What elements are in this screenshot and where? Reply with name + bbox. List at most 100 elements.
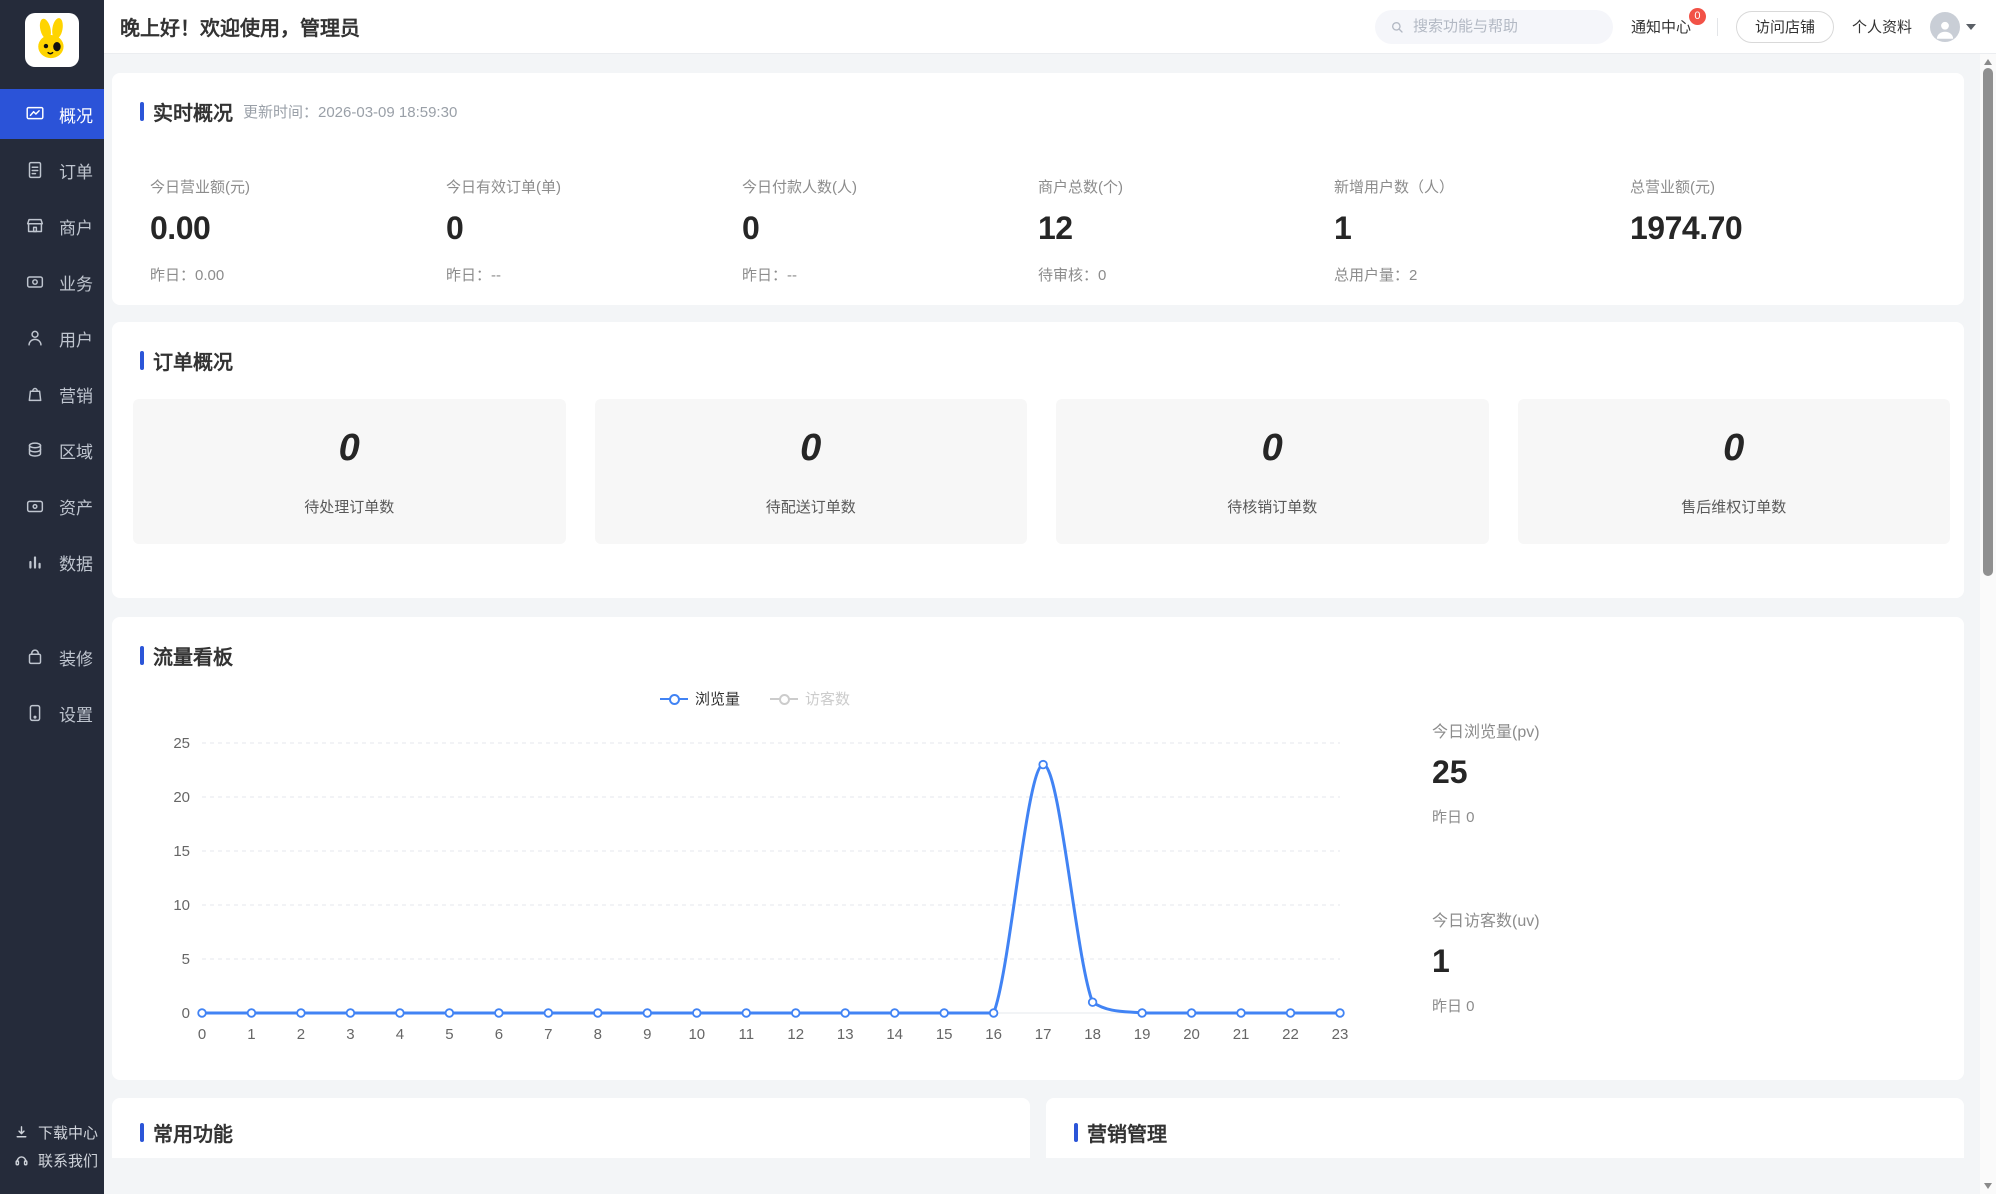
marketing-management-card: 营销管理 [1046, 1098, 1964, 1158]
scrollbar-down-arrow[interactable] [1984, 1183, 1992, 1189]
contact-us-link[interactable]: 联系我们 [0, 1146, 104, 1174]
sidebar-item-label: 商户 [59, 214, 93, 239]
svg-text:21: 21 [1233, 1026, 1250, 1043]
region-icon [24, 439, 46, 461]
svg-text:15: 15 [936, 1026, 953, 1043]
sidebar-item-merchants[interactable]: 商户 [0, 198, 104, 254]
svg-text:22: 22 [1282, 1026, 1299, 1043]
svg-text:3: 3 [346, 1026, 354, 1043]
search-input[interactable] [1413, 18, 1583, 35]
profile-link[interactable]: 个人资料 [1852, 16, 1912, 37]
download-center-label: 下载中心 [38, 1122, 98, 1143]
merchant-icon [24, 215, 46, 237]
order-icon [24, 159, 46, 181]
svg-text:10: 10 [173, 897, 190, 914]
decorate-icon [24, 646, 46, 668]
sidebar-item-assets[interactable]: 资产 [0, 478, 104, 534]
svg-text:17: 17 [1035, 1026, 1052, 1043]
sidebar-item-regions[interactable]: 区域 [0, 422, 104, 478]
main-content: 实时概况 更新时间：2026-03-09 18:59:30 今日营业额(元) 0… [104, 54, 1980, 1158]
traffic-chart-area: 浏览量 访客数 05101520250123456789101112131415… [140, 678, 1370, 1061]
order-card-verify[interactable]: 0 待核销订单数 [1056, 399, 1489, 544]
top-header: 晚上好！欢迎使用，管理员 通知中心 0 访问店铺 个人资料 [104, 0, 1996, 54]
svg-text:11: 11 [738, 1026, 754, 1043]
sidebar-item-label: 设置 [59, 701, 93, 726]
headset-icon [13, 1152, 30, 1169]
svg-text:19: 19 [1134, 1026, 1151, 1043]
chart-legend: 浏览量 访客数 [140, 688, 1370, 709]
svg-text:2: 2 [297, 1026, 305, 1043]
title-accent-bar [140, 1123, 144, 1142]
sidebar-item-orders[interactable]: 订单 [0, 142, 104, 198]
sidebar-item-label: 装修 [59, 645, 93, 670]
scrollbar-up-arrow[interactable] [1984, 59, 1992, 65]
title-accent-bar [1074, 1123, 1078, 1142]
svg-text:8: 8 [594, 1026, 602, 1043]
svg-text:15: 15 [173, 843, 190, 860]
update-time: 更新时间：2026-03-09 18:59:30 [243, 101, 457, 122]
avatar-menu[interactable] [1930, 12, 1976, 42]
vertical-scrollbar[interactable] [1980, 54, 1996, 1194]
greeting-text: 晚上好！欢迎使用，管理员 [120, 12, 360, 41]
legend-line-icon [660, 694, 688, 704]
svg-text:25: 25 [173, 735, 190, 752]
sidebar-item-overview[interactable]: 概况 [0, 89, 104, 139]
sidebar-item-marketing[interactable]: 营销 [0, 366, 104, 422]
pv-stat: 今日浏览量(pv) 25 昨日 0 [1432, 718, 1540, 827]
sidebar-item-data[interactable]: 数据 [0, 534, 104, 590]
sidebar: 概况 订单 商户 业务 用户 营销 [0, 0, 104, 1194]
app-logo[interactable] [25, 13, 79, 67]
avatar-person-icon [1932, 16, 1958, 42]
notification-center-button[interactable]: 通知中心 0 [1631, 16, 1691, 37]
sidebar-item-settings[interactable]: 设置 [0, 685, 104, 741]
traffic-board-card: 流量看板 浏览量 访客数 0510152025012345678910 [112, 617, 1964, 1080]
stat-total-revenue: 总营业额(元) 1974.70 [1630, 176, 1926, 285]
svg-text:1: 1 [247, 1026, 255, 1043]
sidebar-item-label: 营销 [59, 382, 93, 407]
legend-line-icon [770, 694, 798, 704]
sidebar-item-users[interactable]: 用户 [0, 310, 104, 366]
svg-text:4: 4 [396, 1026, 404, 1043]
user-icon [24, 327, 46, 349]
search-icon [1389, 19, 1405, 35]
traffic-title: 流量看板 [153, 641, 233, 670]
sidebar-footer: 下载中心 联系我们 [0, 1118, 104, 1174]
marketing-management-title: 营销管理 [1087, 1118, 1167, 1147]
realtime-title: 实时概况 [153, 97, 233, 126]
svg-text:23: 23 [1332, 1026, 1349, 1043]
legend-pageviews[interactable]: 浏览量 [660, 688, 740, 709]
contact-us-label: 联系我们 [38, 1150, 98, 1171]
svg-text:5: 5 [182, 951, 190, 968]
stat-merchant-total: 商户总数(个) 12 待审核：0 [1038, 176, 1334, 285]
svg-text:5: 5 [445, 1026, 453, 1043]
sidebar-item-business[interactable]: 业务 [0, 254, 104, 310]
sidebar-item-label: 订单 [59, 158, 93, 183]
common-functions-title: 常用功能 [153, 1118, 233, 1147]
title-accent-bar [140, 351, 144, 370]
realtime-stats-row: 今日营业额(元) 0.00 昨日：0.00 今日有效订单(单) 0 昨日：-- … [140, 176, 1926, 285]
order-card-delivery[interactable]: 0 待配送订单数 [595, 399, 1028, 544]
stat-new-users: 新增用户数（人） 1 总用户量：2 [1334, 176, 1630, 285]
download-center-link[interactable]: 下载中心 [0, 1118, 104, 1146]
download-icon [13, 1124, 30, 1141]
visit-store-button[interactable]: 访问店铺 [1736, 11, 1834, 43]
order-card-aftersale[interactable]: 0 售后维权订单数 [1518, 399, 1951, 544]
orders-title: 订单概况 [153, 346, 233, 375]
sidebar-menu: 概况 订单 商户 业务 用户 营销 [0, 86, 104, 741]
search-box[interactable] [1375, 10, 1613, 44]
sidebar-item-label: 概况 [59, 102, 93, 127]
sidebar-item-decorate[interactable]: 装修 [0, 629, 104, 685]
stat-paying-users: 今日付款人数(人) 0 昨日：-- [742, 176, 1038, 285]
scrollbar-thumb[interactable] [1983, 68, 1993, 576]
svg-text:16: 16 [985, 1026, 1002, 1043]
data-icon [24, 551, 46, 573]
settings-icon [24, 702, 46, 724]
title-accent-bar [140, 102, 144, 121]
order-overview-card: 订单概况 0 待处理订单数 0 待配送订单数 0 待核销订单数 0 售后维权订单… [112, 322, 1964, 598]
header-divider [1717, 18, 1718, 36]
svg-text:6: 6 [495, 1026, 503, 1043]
legend-visitors[interactable]: 访客数 [770, 688, 850, 709]
svg-text:9: 9 [643, 1026, 651, 1043]
order-card-pending[interactable]: 0 待处理订单数 [133, 399, 566, 544]
stat-today-revenue: 今日营业额(元) 0.00 昨日：0.00 [150, 176, 446, 285]
